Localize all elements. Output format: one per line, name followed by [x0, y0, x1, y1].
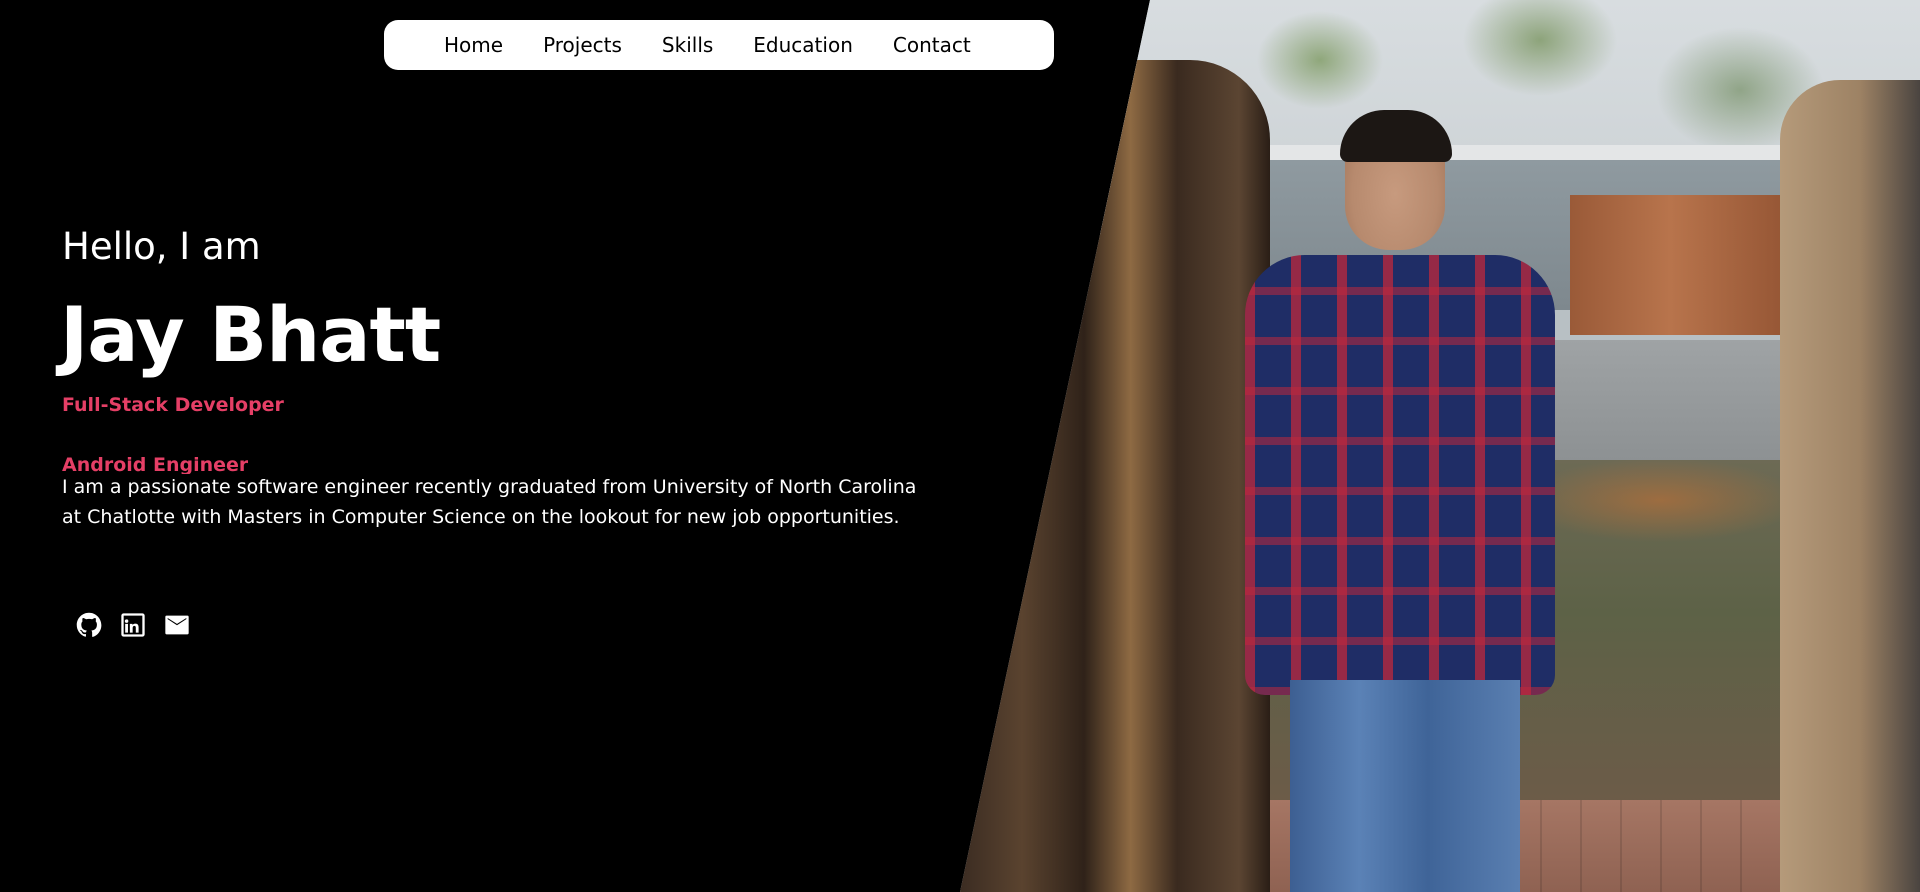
github-icon: [76, 612, 102, 637]
mail-icon: [165, 615, 189, 635]
social-links: [74, 610, 192, 640]
hero-role-primary: Full-Stack Developer: [62, 394, 284, 416]
main-navbar: Home Projects Skills Education Contact: [384, 20, 1054, 70]
email-link[interactable]: [162, 610, 192, 640]
github-link[interactable]: [74, 610, 104, 640]
profile-photo: [960, 0, 1920, 892]
hero-name: Jay Bhatt: [60, 290, 441, 379]
linkedin-icon: [121, 613, 145, 637]
nav-projects-link[interactable]: Projects: [543, 33, 622, 57]
nav-education-link[interactable]: Education: [753, 33, 853, 57]
nav-contact-link[interactable]: Contact: [893, 33, 971, 57]
hero-bio: I am a passionate software engineer rece…: [62, 476, 917, 528]
portfolio-page: Home Projects Skills Education Contact H…: [0, 0, 1920, 892]
hero-role-secondary: Android Engineer: [62, 454, 249, 474]
linkedin-link[interactable]: [118, 610, 148, 640]
nav-skills-link[interactable]: Skills: [662, 33, 713, 57]
hero-greeting: Hello, I am: [62, 225, 261, 268]
nav-home-link[interactable]: Home: [444, 33, 503, 57]
